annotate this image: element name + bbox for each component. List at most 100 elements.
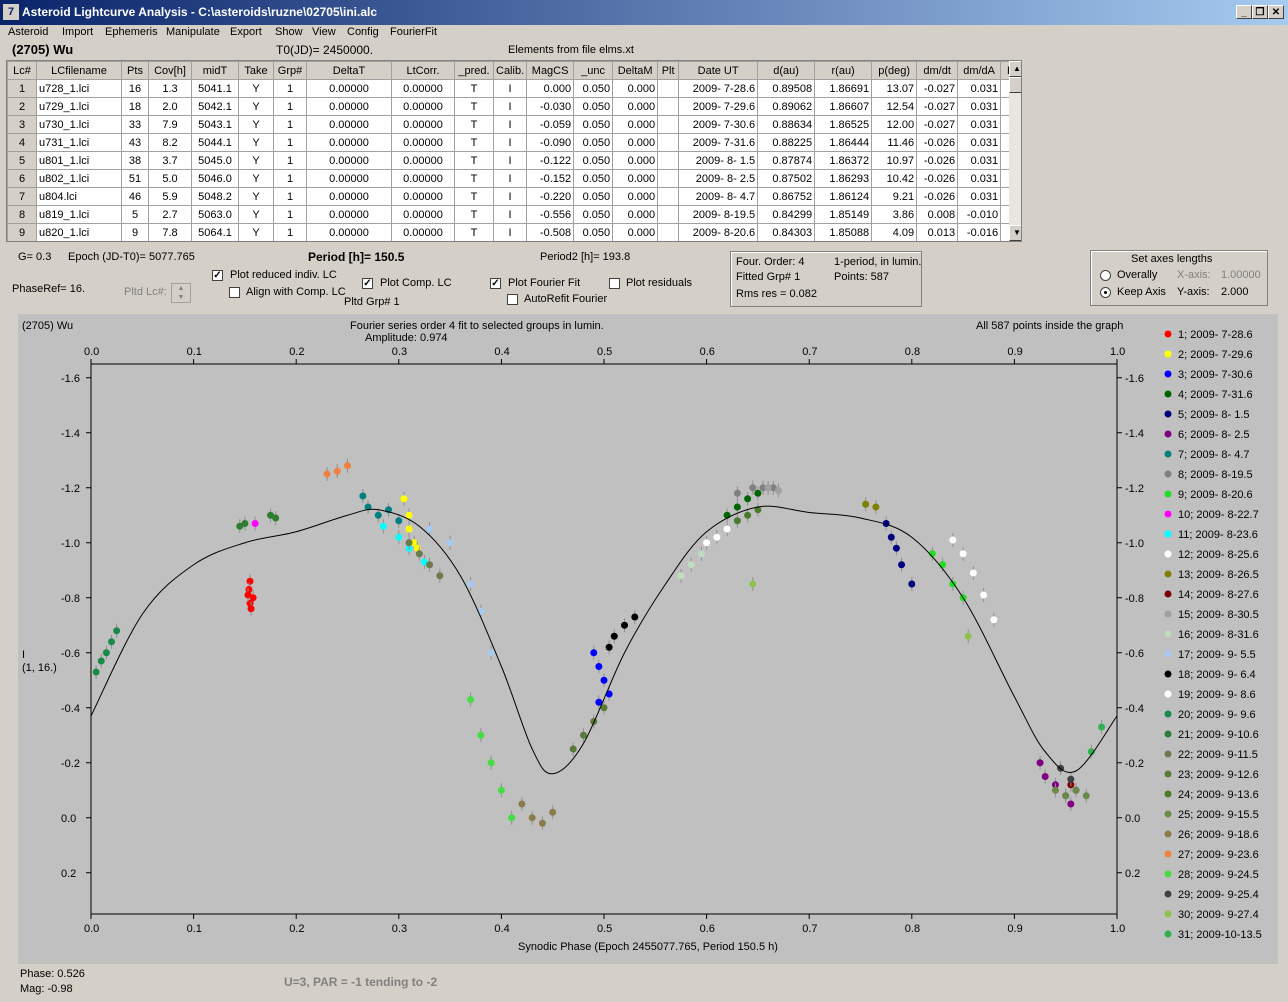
table-cell[interactable]: 0.00000 bbox=[391, 133, 455, 152]
table-scrollbar[interactable]: ▲ ▼ bbox=[1009, 61, 1021, 241]
col-header[interactable]: p(deg) bbox=[871, 61, 918, 80]
table-cell[interactable]: T bbox=[454, 97, 494, 116]
table-cell[interactable]: 0.89062 bbox=[757, 97, 816, 116]
col-header[interactable]: _unc bbox=[573, 61, 614, 80]
table-cell[interactable]: 0.00000 bbox=[391, 97, 455, 116]
table-cell[interactable]: 1 bbox=[273, 151, 307, 170]
table-cell[interactable]: 11.46 bbox=[871, 133, 918, 152]
table-cell[interactable]: 5041.1 bbox=[191, 79, 239, 98]
table-cell[interactable]: T bbox=[454, 79, 494, 98]
table-cell[interactable]: 43 bbox=[121, 133, 149, 152]
table-cell[interactable]: u801_1.lci bbox=[36, 151, 122, 170]
table-cell[interactable]: T bbox=[454, 205, 494, 224]
y-axis-value[interactable]: 2.000 bbox=[1221, 286, 1249, 298]
col-header[interactable]: DeltaM bbox=[612, 61, 659, 80]
table-cell[interactable]: 0.000 bbox=[612, 205, 659, 224]
table-cell[interactable]: 5.0 bbox=[148, 169, 192, 188]
table-cell[interactable]: 1.86293 bbox=[814, 169, 873, 188]
lightcurve-plot[interactable]: (2705) Wu Fourier series order 4 fit to … bbox=[18, 314, 1278, 964]
table-row[interactable]: 4 u731_1.lci 43 8.2 5044.1 Y 1 0.00000 0.00000 T I… bbox=[7, 133, 1021, 152]
table-cell[interactable]: 5063.0 bbox=[191, 205, 239, 224]
table-cell[interactable]: 0.00000 bbox=[306, 187, 392, 206]
table-cell[interactable]: 1 bbox=[273, 97, 307, 116]
table-cell[interactable]: T bbox=[454, 115, 494, 134]
col-header[interactable]: LtCorr. bbox=[391, 61, 455, 80]
table-cell[interactable] bbox=[657, 205, 680, 224]
table-cell[interactable]: 1 bbox=[7, 79, 37, 98]
table-cell[interactable]: u731_1.lci bbox=[36, 133, 122, 152]
table-cell[interactable]: 5064.1 bbox=[191, 223, 239, 241]
table-cell[interactable]: 0.013 bbox=[916, 223, 959, 241]
table-cell[interactable]: -0.026 bbox=[916, 133, 959, 152]
table-cell[interactable]: T bbox=[454, 151, 494, 170]
scroll-down-icon[interactable]: ▼ bbox=[1009, 225, 1021, 241]
menu-asteroid[interactable]: Asteroid bbox=[8, 26, 48, 38]
table-cell[interactable]: 3.7 bbox=[148, 151, 192, 170]
table-cell[interactable]: 4 bbox=[7, 133, 37, 152]
table-cell[interactable]: 1.86607 bbox=[814, 97, 873, 116]
table-cell[interactable]: -0.152 bbox=[526, 169, 575, 188]
minimize-button[interactable]: _ bbox=[1236, 5, 1252, 19]
table-cell[interactable]: 0.88225 bbox=[757, 133, 816, 152]
table-cell[interactable]: 5044.1 bbox=[191, 133, 239, 152]
col-header[interactable]: dm/dA bbox=[957, 61, 1002, 80]
col-header[interactable]: dm/dt bbox=[916, 61, 959, 80]
menu-ephemeris[interactable]: Ephemeris bbox=[105, 26, 158, 38]
table-cell[interactable]: u802_1.lci bbox=[36, 169, 122, 188]
table-cell[interactable]: -0.027 bbox=[916, 79, 959, 98]
table-cell[interactable]: 1.3 bbox=[148, 79, 192, 98]
table-cell[interactable]: 9 bbox=[121, 223, 149, 241]
table-cell[interactable]: 0.000 bbox=[612, 187, 659, 206]
table-cell[interactable]: 0.050 bbox=[573, 133, 614, 152]
menu-fourierfit[interactable]: FourierFit bbox=[390, 26, 437, 38]
table-cell[interactable]: 0.050 bbox=[573, 223, 614, 241]
table-cell[interactable]: Y bbox=[238, 115, 274, 134]
col-header[interactable]: midT bbox=[191, 61, 239, 80]
table-cell[interactable]: 1.86372 bbox=[814, 151, 873, 170]
table-row[interactable]: 1 u728_1.lci 16 1.3 5041.1 Y 1 0.00000 0.00000 T I… bbox=[7, 79, 1021, 98]
table-cell[interactable]: -0.090 bbox=[526, 133, 575, 152]
table-cell[interactable]: I bbox=[492, 133, 528, 152]
table-cell[interactable]: 16 bbox=[121, 79, 149, 98]
table-row[interactable]: 2 u729_1.lci 18 2.0 5042.1 Y 1 0.00000 0.00000 T I… bbox=[7, 97, 1021, 116]
table-cell[interactable]: 0.00000 bbox=[306, 115, 392, 134]
table-cell[interactable]: 1 bbox=[273, 205, 307, 224]
table-cell[interactable] bbox=[657, 187, 680, 206]
table-cell[interactable]: -0.010 bbox=[957, 205, 1002, 224]
x-axis-value[interactable]: 1.00000 bbox=[1221, 269, 1261, 281]
table-cell[interactable]: 0.84299 bbox=[757, 205, 816, 224]
table-cell[interactable]: 0.000 bbox=[612, 151, 659, 170]
table-row[interactable]: 6 u802_1.lci 51 5.0 5046.0 Y 1 0.00000 0.00000 T I… bbox=[7, 169, 1021, 188]
table-cell[interactable]: 0.00000 bbox=[306, 79, 392, 98]
table-cell[interactable] bbox=[657, 223, 680, 241]
table-cell[interactable]: -0.556 bbox=[526, 205, 575, 224]
table-cell[interactable]: 0.031 bbox=[957, 151, 1002, 170]
close-button[interactable]: ✕ bbox=[1268, 5, 1284, 19]
table-cell[interactable]: I bbox=[492, 205, 528, 224]
table-cell[interactable]: I bbox=[492, 115, 528, 134]
table-cell[interactable]: I bbox=[492, 151, 528, 170]
table-cell[interactable]: Y bbox=[238, 151, 274, 170]
table-cell[interactable]: 2009- 8-19.5 bbox=[678, 205, 759, 224]
table-cell[interactable]: 2 bbox=[7, 97, 37, 116]
table-cell[interactable]: 5 bbox=[7, 151, 37, 170]
plot-canvas[interactable]: (2705) Wu Fourier series order 4 fit to … bbox=[18, 314, 1278, 964]
table-cell[interactable]: 1 bbox=[273, 169, 307, 188]
col-header[interactable]: Take bbox=[238, 61, 274, 80]
table-cell[interactable]: 38 bbox=[121, 151, 149, 170]
table-cell[interactable]: Y bbox=[238, 205, 274, 224]
table-cell[interactable]: 0.86752 bbox=[757, 187, 816, 206]
table-cell[interactable]: 0.00000 bbox=[306, 223, 392, 241]
menu-show[interactable]: Show bbox=[275, 26, 303, 38]
table-cell[interactable]: 0.031 bbox=[957, 187, 1002, 206]
table-cell[interactable]: 10.42 bbox=[871, 169, 918, 188]
col-header[interactable]: d(au) bbox=[757, 61, 816, 80]
table-cell[interactable]: 2009- 7-31.6 bbox=[678, 133, 759, 152]
table-cell[interactable]: Y bbox=[238, 169, 274, 188]
table-cell[interactable]: 0.031 bbox=[957, 97, 1002, 116]
table-cell[interactable]: 0.000 bbox=[612, 133, 659, 152]
table-cell[interactable]: 3 bbox=[7, 115, 37, 134]
table-cell[interactable]: Y bbox=[238, 79, 274, 98]
table-cell[interactable]: 0.00000 bbox=[306, 97, 392, 116]
table-cell[interactable]: 12.54 bbox=[871, 97, 918, 116]
